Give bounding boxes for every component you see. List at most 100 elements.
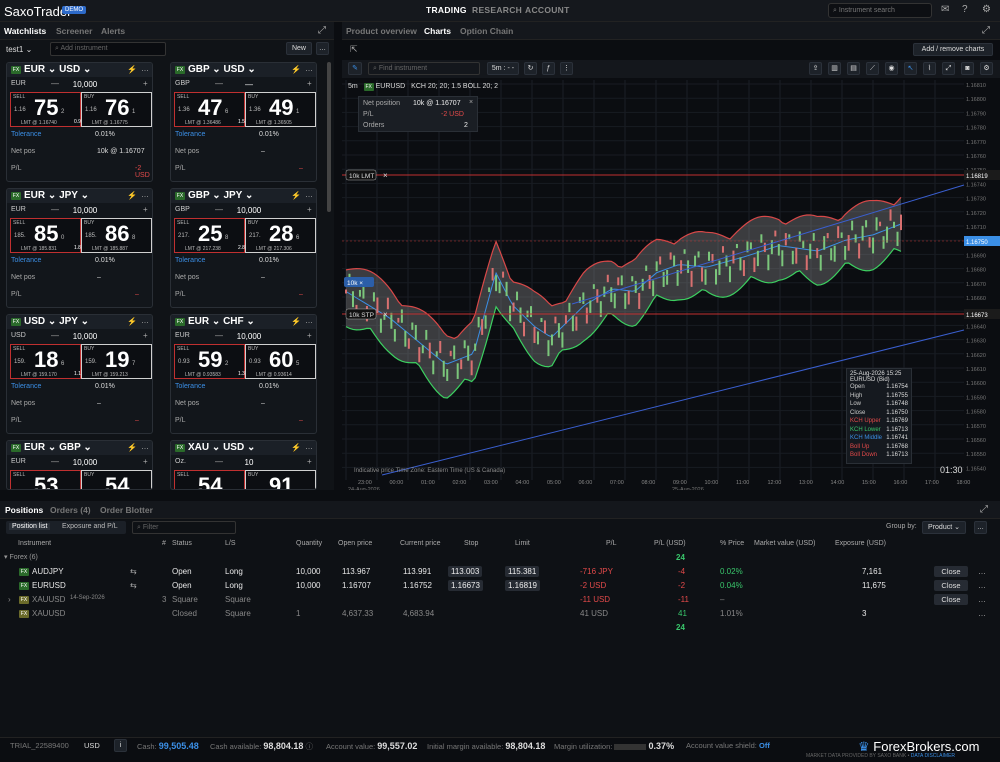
- column-header[interactable]: Exposure (USD): [835, 540, 886, 547]
- tab-alerts[interactable]: Alerts: [101, 26, 125, 36]
- instrument-search-input[interactable]: ⌕ Instrument search: [828, 3, 932, 18]
- table-row[interactable]: FX EURUSD ⇆ Open Long 10,000 1.16707 1.1…: [0, 579, 1000, 593]
- expand-icon[interactable]: ⤢: [318, 25, 326, 36]
- sell-button[interactable]: SELL 159. 18 6 LMT @ 159.170: [10, 344, 81, 379]
- account-shield-value[interactable]: Off: [759, 741, 770, 750]
- amount-input[interactable]: 10,000: [65, 458, 105, 467]
- tolerance-label[interactable]: Tolerance: [175, 257, 205, 264]
- instrument-name[interactable]: XAUUSD: [32, 609, 65, 618]
- expand-icon[interactable]: ⤢: [980, 504, 988, 515]
- swap-icon[interactable]: ⇆: [130, 567, 137, 576]
- tab-screener[interactable]: Screener: [56, 26, 92, 36]
- close-position-button[interactable]: Close: [934, 594, 968, 605]
- instrument-selector[interactable]: GBP ⌄ JPY ⌄: [188, 190, 253, 201]
- sell-button[interactable]: SELL 1.16 75 2 LMT @ 1.16740: [10, 92, 81, 127]
- amount-input[interactable]: 10: [229, 458, 269, 467]
- instrument-name[interactable]: XAUUSD: [32, 595, 65, 604]
- limit-order[interactable]: 1.16819: [505, 580, 540, 591]
- buy-button[interactable]: BUY 54: [81, 470, 152, 489]
- info-icon[interactable]: i: [114, 739, 127, 752]
- instrument-selector[interactable]: GBP ⌄ USD ⌄: [188, 64, 256, 75]
- instrument-name[interactable]: EURUSD: [32, 581, 66, 590]
- column-header[interactable]: Quantity: [296, 540, 322, 547]
- fullscreen-icon[interactable]: ⤢: [942, 62, 955, 75]
- more-icon[interactable]: …: [305, 64, 313, 73]
- subtab-position-list[interactable]: Position list: [9, 523, 51, 530]
- table-row[interactable]: FX AUDJPY ⇆ Open Long 10,000 113.967 113…: [0, 565, 1000, 579]
- column-header[interactable]: L/S: [225, 540, 236, 547]
- tab-orders[interactable]: Orders (4): [50, 505, 91, 515]
- group-forex[interactable]: ▾ Forex (6): [4, 553, 38, 561]
- sell-button[interactable]: SELL 53: [10, 470, 81, 489]
- amount-increase[interactable]: +: [143, 79, 148, 88]
- bolt-icon[interactable]: ⚡: [291, 317, 301, 326]
- add-remove-charts-button[interactable]: Add / remove charts: [913, 43, 993, 56]
- draw-icon[interactable]: ✎: [348, 62, 362, 75]
- nav-trading[interactable]: TRADING: [426, 5, 467, 15]
- bolt-icon[interactable]: ⚡: [127, 443, 137, 452]
- swap-icon[interactable]: ⇆: [130, 581, 137, 590]
- add-instrument-input[interactable]: ⌕ Add instrument: [50, 42, 166, 56]
- instrument-selector[interactable]: XAU ⌄ USD ⌄: [188, 442, 255, 453]
- amount-increase[interactable]: +: [307, 205, 312, 214]
- stop-order[interactable]: 1.16673: [448, 580, 483, 591]
- filter-input[interactable]: ⌕ Filter: [132, 521, 236, 534]
- more-icon[interactable]: …: [978, 581, 986, 590]
- bolt-icon[interactable]: ⚡: [127, 191, 137, 200]
- buy-button[interactable]: BUY 159. 19 7 LMT @ 159.213: [81, 344, 152, 379]
- bolt-icon[interactable]: ⚡: [127, 65, 137, 74]
- watchlist-select[interactable]: test1 ⌄: [6, 42, 44, 56]
- amount-decrease[interactable]: —: [215, 205, 223, 214]
- amount-input[interactable]: 10,000: [65, 332, 105, 341]
- sell-button[interactable]: SELL 185. 85 0 LMT @ 185.831: [10, 218, 81, 253]
- amount-increase[interactable]: +: [143, 205, 148, 214]
- refresh-icon[interactable]: ↻: [524, 62, 537, 75]
- tab-positions[interactable]: Positions: [5, 505, 43, 515]
- nav-account[interactable]: ACCOUNT: [525, 5, 570, 15]
- more-icon[interactable]: …: [978, 567, 986, 576]
- sell-button[interactable]: SELL 0.93 59 2 LMT @ 0.93583: [174, 344, 245, 379]
- amount-input[interactable]: 10,000: [65, 80, 105, 89]
- amount-decrease[interactable]: —: [215, 79, 223, 88]
- more-icon[interactable]: …: [305, 442, 313, 451]
- settings-icon[interactable]: ⚙: [982, 4, 991, 15]
- interval-select[interactable]: 5m : - -: [487, 62, 519, 75]
- more-icon[interactable]: …: [141, 190, 149, 199]
- sell-button[interactable]: SELL 1.36 47 6 LMT @ 1.36486: [174, 92, 245, 127]
- more-icon[interactable]: …: [141, 442, 149, 451]
- amount-input[interactable]: 10,000: [229, 206, 269, 215]
- cursor-icon[interactable]: ↖: [904, 62, 917, 75]
- amount-decrease[interactable]: —: [51, 205, 59, 214]
- eye-icon[interactable]: ◉: [885, 62, 898, 75]
- buy-button[interactable]: BUY 1.16 76 1 LMT @ 1.16775: [81, 92, 152, 127]
- column-header[interactable]: #: [162, 540, 166, 547]
- sell-button[interactable]: SELL 217. 25 8 LMT @ 217.238: [174, 218, 245, 253]
- find-instrument-input[interactable]: ⌕ Find instrument: [368, 62, 480, 75]
- tolerance-label[interactable]: Tolerance: [175, 383, 205, 390]
- candles-icon[interactable]: ▤: [847, 62, 860, 75]
- new-watchlist-button[interactable]: New: [286, 42, 312, 55]
- chart-settings-icon[interactable]: ⚙: [980, 62, 993, 75]
- amount-increase[interactable]: +: [143, 331, 148, 340]
- bolt-icon[interactable]: ⚡: [291, 65, 301, 74]
- column-header[interactable]: Stop: [464, 540, 478, 547]
- instrument-selector[interactable]: USD ⌄ JPY ⌄: [24, 316, 89, 327]
- tolerance-label[interactable]: Tolerance: [11, 383, 41, 390]
- amount-increase[interactable]: +: [307, 79, 312, 88]
- tolerance-value[interactable]: 0.01%: [95, 131, 115, 138]
- instrument-name[interactable]: AUDJPY: [32, 567, 64, 576]
- instrument-selector[interactable]: EUR ⌄ JPY ⌄: [24, 190, 89, 201]
- info-icon[interactable]: ⓘ: [306, 742, 314, 751]
- column-header[interactable]: Limit: [515, 540, 530, 547]
- limit-order[interactable]: 115.381: [505, 566, 540, 577]
- camera-icon[interactable]: ◙: [961, 62, 974, 75]
- mail-icon[interactable]: ✉: [941, 4, 949, 15]
- amount-input[interactable]: —: [229, 80, 269, 89]
- more-vertical-icon[interactable]: ⋮: [560, 62, 573, 75]
- watchlist-scrollbar[interactable]: [327, 62, 331, 212]
- share-icon[interactable]: ⇪: [809, 62, 822, 75]
- table-row[interactable]: FX XAUUSD Closed Square 1 4,637.33 4,683…: [0, 607, 1000, 621]
- tab-product-overview[interactable]: Product overview: [346, 26, 417, 36]
- bolt-icon[interactable]: ⚡: [291, 443, 301, 452]
- indicator-icon[interactable]: ƒ: [542, 62, 555, 75]
